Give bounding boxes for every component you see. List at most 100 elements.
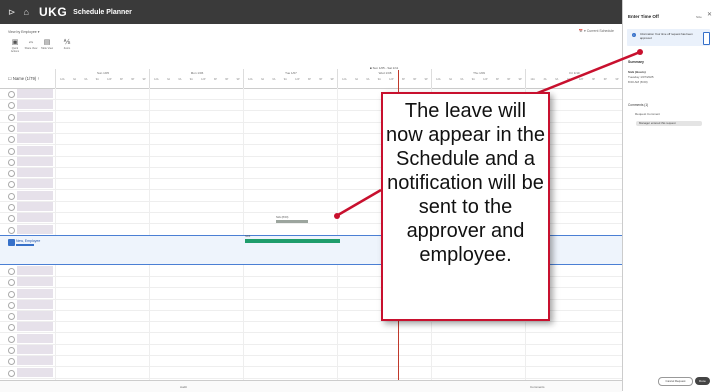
avatar [17, 122, 53, 132]
table-row[interactable] [0, 333, 622, 345]
table-row[interactable] [0, 344, 622, 356]
summary-heading: Summary [628, 60, 644, 64]
row-checkbox[interactable] [8, 102, 15, 110]
bottom-tabs: Audit Comments [0, 380, 622, 392]
panel-footer: Cancel Request Done [623, 372, 713, 391]
comment-chip[interactable]: Manager entered this request [636, 121, 702, 126]
avatar [17, 367, 53, 377]
row-checkbox[interactable] [8, 335, 15, 343]
name-column-header[interactable]: ☐ Name (1/79) ↑ [8, 76, 39, 81]
time-off-date: Tuesday 1/07/2025 [628, 75, 654, 79]
avatar [17, 213, 53, 223]
day-column-thu: Thu 1/09 12A 3A 6A 9A 12P 3P 6P 9P [431, 69, 526, 88]
time-off-time: 8:00 AM (8:00) [628, 80, 648, 84]
row-checkbox[interactable] [8, 313, 15, 321]
panel-size-toggle[interactable]: Size [696, 15, 702, 19]
table-row[interactable] [0, 355, 622, 368]
notification-dismiss-button[interactable] [703, 32, 710, 45]
day-column-sun: Sun 1/05 12A 3A 6A 9A 12P 3P 6P 9P [55, 69, 150, 88]
row-checkbox[interactable] [8, 170, 15, 178]
share-view-button[interactable]: ⇔ Share View [24, 39, 38, 50]
avatar [17, 145, 53, 155]
avatar [17, 134, 53, 144]
avatar [17, 190, 53, 200]
avatar [17, 356, 53, 366]
row-checkbox[interactable] [8, 124, 15, 132]
row-checkbox[interactable] [8, 369, 15, 377]
employee-name: New, Employee [16, 238, 41, 243]
row-checkbox[interactable] [8, 290, 15, 298]
avatar [17, 345, 53, 354]
table-view-button[interactable]: ▤ Table View [40, 39, 54, 50]
time-off-bar [276, 220, 308, 223]
shift-entry[interactable]: Shift [245, 235, 340, 245]
row-checkbox[interactable] [8, 226, 15, 234]
schedule-selector[interactable]: 📅 ▾ Current Schedule [579, 29, 614, 33]
avatar [17, 277, 53, 287]
grid-header: ■ Sun 1/05 - Sat 1/11 ☐ Name (1/79) ↑ Su… [0, 66, 622, 89]
quick-actions-button[interactable]: ▣ Quick Actions [8, 39, 22, 53]
info-text: Information Your time off request has be… [640, 32, 693, 40]
row-checkbox[interactable] [8, 324, 15, 332]
day-column-fri: Fri 1/10 12A 3A 6A 9A 12P 3P 6P 9P [525, 69, 623, 88]
share-icon: ⇔ [27, 39, 35, 46]
panel-title: Enter Time Off [628, 14, 659, 19]
shift-bar [245, 239, 340, 243]
instruction-callout: The leave will now appear in the Schedul… [381, 92, 550, 321]
avatar [17, 322, 53, 332]
callout-text: The leave will now appear in the Schedul… [385, 100, 545, 266]
row-checkbox[interactable] [8, 113, 15, 121]
row-checkbox[interactable] [8, 215, 15, 223]
row-checkbox[interactable] [8, 158, 15, 166]
done-button[interactable]: Done [695, 377, 710, 385]
audit-tab[interactable]: Audit [180, 385, 187, 389]
quick-actions-icon: ▣ [11, 39, 19, 46]
day-column-tue: Tue 1/07 12A 3A 6A 9A 12P 3P 6P 9P [243, 69, 338, 88]
row-checkbox[interactable] [8, 204, 15, 211]
time-off-type: Sick (Hours) [628, 70, 646, 74]
avatar [17, 333, 53, 343]
info-icon: i [632, 33, 636, 37]
avatar [17, 168, 53, 178]
avatar [17, 156, 53, 166]
row-checkbox[interactable] [8, 238, 15, 246]
time-off-entry[interactable]: Sick (8:00) [276, 216, 308, 226]
zoom-button[interactable]: ⅍ Zoom [60, 39, 74, 50]
avatar [17, 265, 53, 275]
menu-icon[interactable]: ⊳ [8, 7, 16, 18]
row-checkbox[interactable] [8, 192, 15, 200]
cancel-request-button[interactable]: Cancel Request [658, 377, 693, 386]
time-off-panel: Enter Time Off Size ✕ i Information Your… [622, 0, 713, 391]
avatar [17, 299, 53, 309]
avatar [17, 288, 53, 298]
avatar [17, 311, 53, 321]
row-checkbox[interactable] [8, 147, 15, 155]
table-icon: ▤ [43, 39, 51, 46]
row-checkbox[interactable] [8, 358, 15, 366]
close-icon[interactable]: ✕ [707, 11, 712, 18]
row-checkbox[interactable] [8, 267, 15, 275]
avatar [17, 100, 53, 110]
comments-heading: Comments (1) [628, 103, 649, 107]
view-by-select[interactable]: View by Employee ▾ [8, 30, 39, 34]
row-checkbox[interactable] [8, 181, 15, 189]
comments-tab[interactable]: Comments [530, 385, 545, 389]
request-comment-label: Request Comment [635, 112, 661, 116]
avatar [17, 89, 53, 98]
day-column-mon: Mon 1/06 12A 3A 6A 9A 12P 3P 6P 9P [149, 69, 244, 88]
zoom-icon: ⅍ [63, 39, 71, 46]
row-checkbox[interactable] [8, 279, 15, 287]
home-icon[interactable]: ⌂ [24, 7, 29, 17]
top-bar: ⊳ ⌂ UKG Schedule Planner [0, 0, 622, 24]
table-row[interactable] [0, 321, 622, 334]
app-logo: UKG [38, 5, 68, 19]
row-checkbox[interactable] [8, 347, 15, 354]
avatar [17, 202, 53, 211]
table-row[interactable] [0, 367, 622, 379]
row-checkbox[interactable] [8, 301, 15, 309]
info-notification: i Information Your time off request has … [627, 29, 710, 46]
avatar [17, 224, 53, 234]
row-checkbox[interactable] [8, 136, 15, 144]
row-checkbox[interactable] [8, 91, 15, 98]
day-column-wed: Wed 1/08 12A 3A 6A 9A 12P 3P 6P 9P [337, 69, 432, 88]
